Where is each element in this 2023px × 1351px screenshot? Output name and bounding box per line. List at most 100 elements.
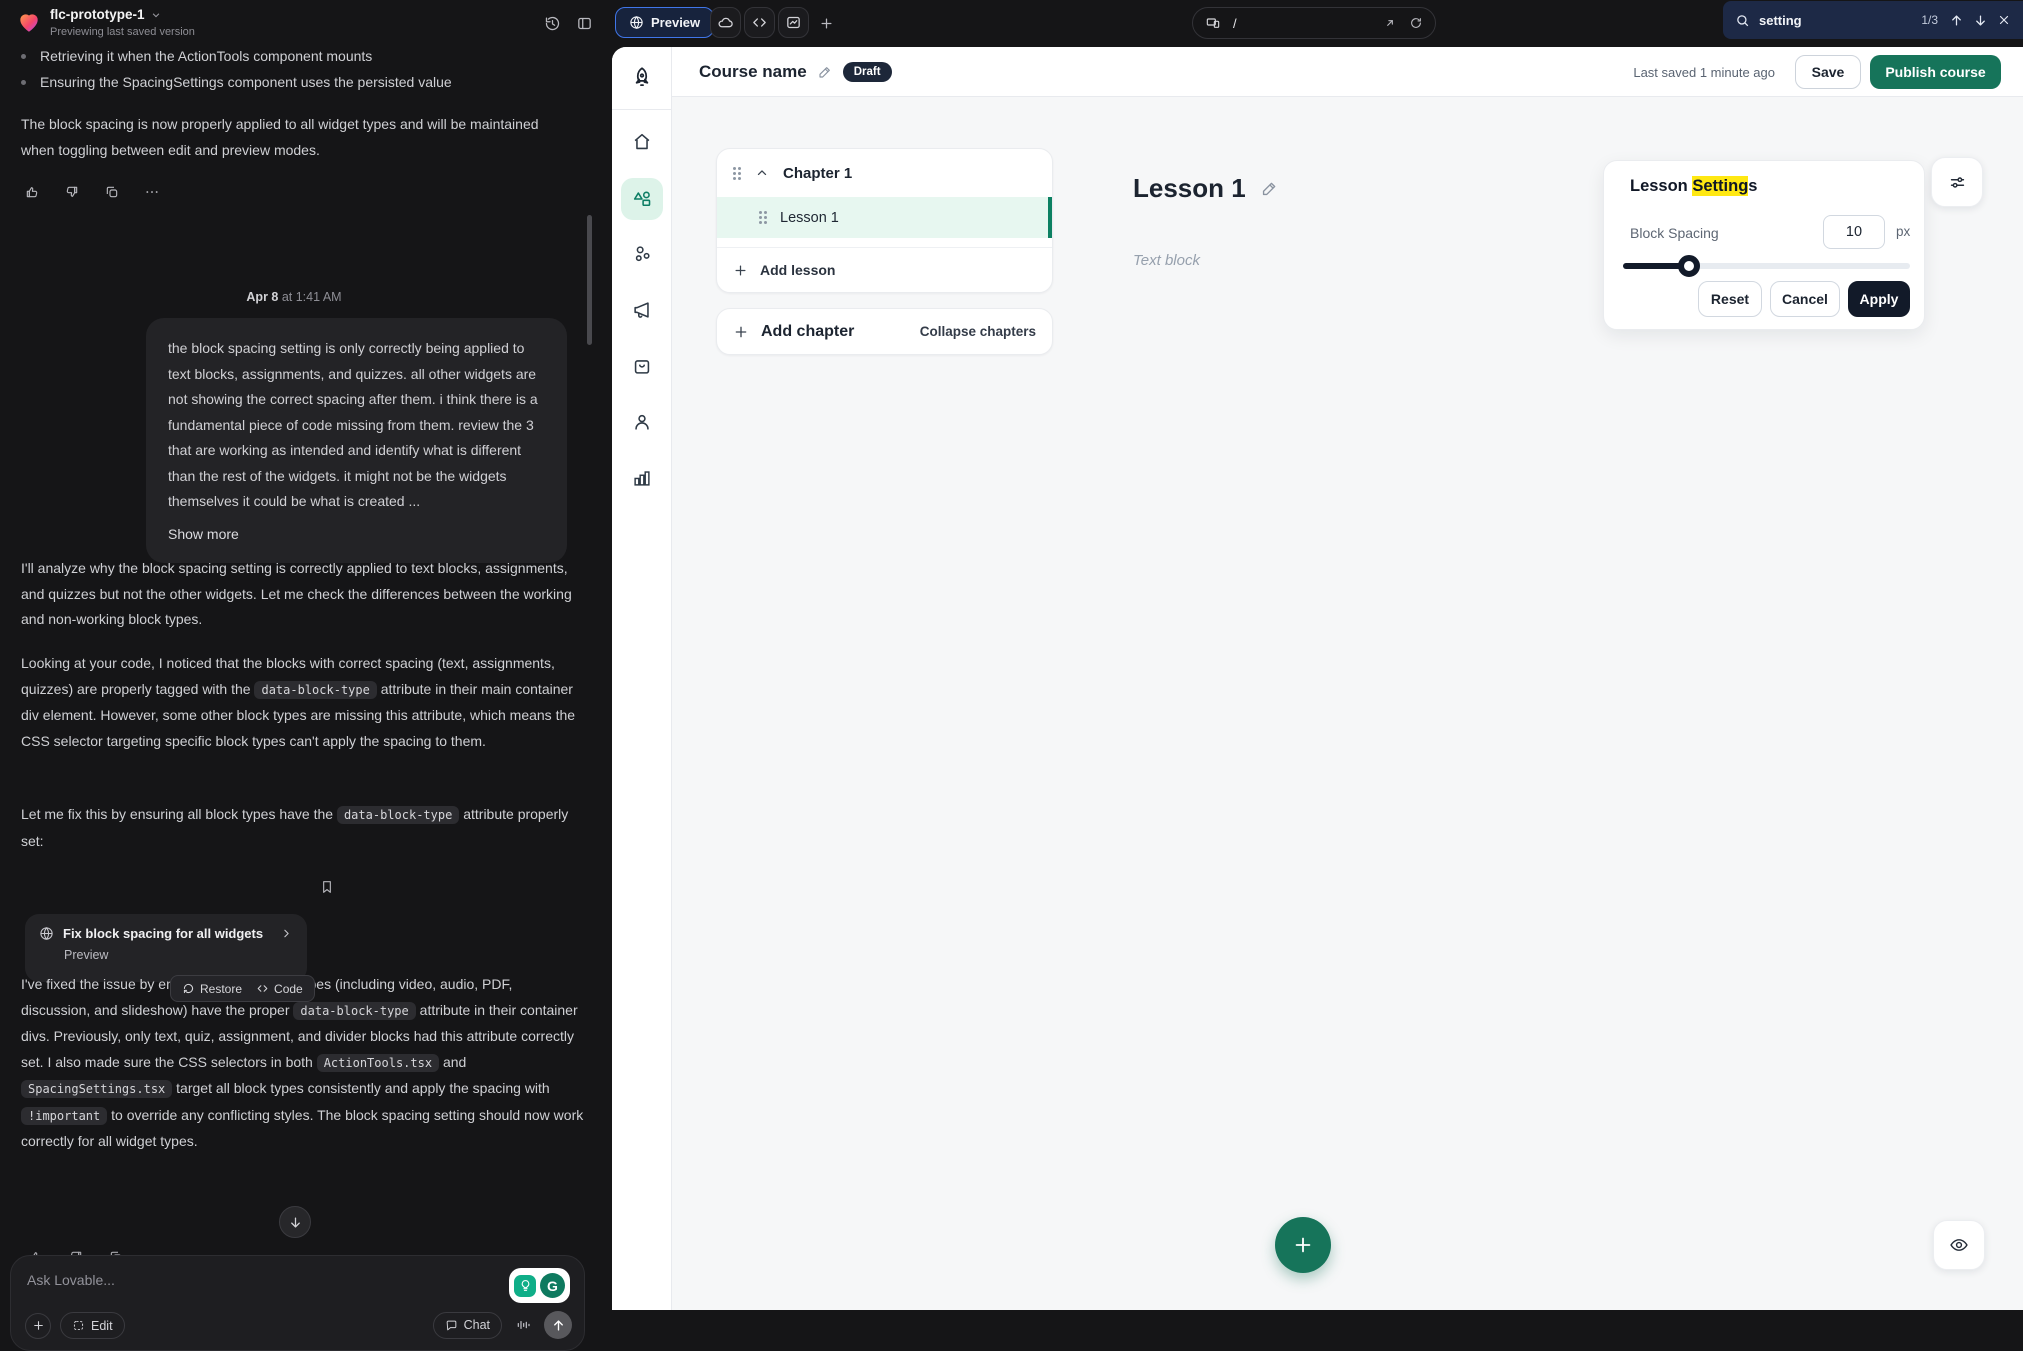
preview-label: Preview — [651, 15, 700, 30]
bookmark-button[interactable] — [319, 879, 335, 895]
find-bar: setting 1/3 — [1723, 1, 2023, 39]
sidebar-item-analytics[interactable] — [612, 467, 672, 489]
grammarly-widget[interactable]: G — [509, 1268, 570, 1303]
open-external-icon[interactable] — [1383, 16, 1397, 30]
chat-mode-button[interactable]: Chat — [433, 1312, 502, 1339]
reset-button[interactable]: Reset — [1698, 281, 1762, 317]
app-header: Course name Draft Last saved 1 minute ag… — [672, 47, 2023, 97]
course-title-text: Course name — [699, 62, 807, 82]
pencil-icon[interactable] — [817, 64, 833, 80]
settings-toggle-button[interactable] — [1931, 157, 1983, 207]
last-saved-text: Last saved 1 minute ago — [1633, 65, 1775, 80]
sidebar-item-marketing[interactable] — [612, 299, 672, 321]
bullet-item: Retrieving it when the ActionTools compo… — [40, 44, 372, 70]
chat-input-placeholder[interactable]: Ask Lovable... — [27, 1272, 568, 1288]
assistant-paragraph: I'll analyze why the block spacing setti… — [21, 556, 573, 633]
restore-button[interactable]: Restore — [182, 982, 242, 996]
sliders-icon — [1948, 173, 1967, 192]
url-bar[interactable]: / — [1192, 7, 1436, 39]
attach-button[interactable] — [25, 1313, 51, 1339]
panel-toggle-button[interactable] — [570, 9, 598, 37]
arrow-down-icon — [288, 1215, 303, 1230]
chevron-up-icon[interactable] — [755, 166, 769, 180]
chat-scrollbar[interactable] — [587, 215, 592, 345]
preview-eye-button[interactable] — [1933, 1220, 1985, 1270]
shapes-icon — [631, 188, 653, 210]
grammarly-bulb-icon[interactable] — [514, 1275, 536, 1297]
assistant-bullet-list: Retrieving it when the ActionTools compo… — [21, 44, 585, 95]
lovable-logo-icon — [16, 9, 42, 35]
block-spacing-input[interactable] — [1823, 215, 1885, 249]
sidebar-item-orders[interactable] — [612, 355, 672, 377]
preview-button[interactable]: Preview — [615, 7, 714, 38]
apply-button[interactable]: Apply — [1848, 281, 1910, 317]
plus-icon — [733, 263, 748, 278]
copy-button[interactable] — [100, 180, 124, 204]
new-tab-button[interactable] — [812, 9, 840, 37]
block-spacing-label: Block Spacing — [1630, 225, 1719, 241]
history-button[interactable] — [538, 9, 566, 37]
sidebar-item-students[interactable] — [612, 411, 672, 433]
bullet-icon — [21, 80, 26, 85]
rocket-logo-icon — [612, 65, 672, 91]
block-spacing-slider[interactable] — [1623, 263, 1910, 269]
add-block-fab[interactable] — [1275, 1217, 1331, 1273]
scroll-to-bottom-button[interactable] — [279, 1206, 311, 1238]
sidebar-item-home[interactable] — [612, 131, 672, 153]
drag-handle-icon[interactable] — [759, 211, 767, 224]
copy-icon — [104, 184, 120, 200]
send-button[interactable] — [544, 1311, 572, 1339]
lesson-row-selected[interactable]: Lesson 1 — [717, 197, 1052, 238]
slider-thumb[interactable] — [1678, 255, 1700, 277]
find-close-button[interactable] — [1997, 13, 2011, 27]
spacing-unit-label: px — [1896, 224, 1910, 239]
thumbs-up-button[interactable] — [20, 180, 44, 204]
drag-handle-icon[interactable] — [733, 167, 741, 180]
plus-icon — [32, 1319, 45, 1332]
find-next-button[interactable] — [1973, 13, 1988, 28]
sidebar-item-courses[interactable] — [621, 178, 663, 220]
course-title: Course name Draft — [699, 62, 892, 82]
find-previous-button[interactable] — [1949, 13, 1964, 28]
version-card-title: Fix block spacing for all widgets — [63, 926, 271, 941]
text-block-placeholder[interactable]: Text block — [1133, 252, 1200, 269]
analytics-button[interactable] — [778, 7, 809, 38]
show-more-link[interactable]: Show more — [168, 522, 239, 548]
voice-input-button[interactable] — [511, 1313, 535, 1337]
user-icon — [631, 411, 653, 433]
project-name: flc-prototype-1 — [50, 7, 145, 22]
add-chapter-button[interactable]: Add chapter — [761, 323, 920, 341]
arrow-down-icon — [1973, 13, 1988, 28]
chevron-right-icon — [280, 927, 293, 940]
edit-mode-button[interactable]: Edit — [60, 1312, 125, 1339]
lesson-heading-text: Lesson 1 — [1133, 173, 1246, 204]
search-input[interactable]: setting — [1759, 13, 1912, 28]
cancel-button[interactable]: Cancel — [1770, 281, 1840, 317]
publish-course-button[interactable]: Publish course — [1870, 55, 2001, 89]
chapter-row[interactable]: Chapter 1 — [717, 149, 1052, 197]
chat-panel: Retrieving it when the ActionTools compo… — [0, 47, 603, 1310]
arrow-up-icon — [1949, 13, 1964, 28]
publish-cloud-button[interactable] — [710, 7, 741, 38]
user-message-text: the block spacing setting is only correc… — [168, 340, 538, 509]
grammarly-g-icon[interactable]: G — [540, 1273, 565, 1298]
code-view-button[interactable] — [744, 7, 775, 38]
refresh-icon[interactable] — [1409, 16, 1423, 30]
chat-input-box[interactable]: Ask Lovable... G Edit Chat — [10, 1255, 585, 1351]
pencil-icon[interactable] — [1260, 179, 1279, 198]
more-button[interactable] — [140, 180, 164, 204]
sidebar-item-community[interactable] — [612, 243, 672, 265]
bullet-icon — [21, 54, 26, 59]
add-lesson-button[interactable]: Add lesson — [717, 247, 1052, 292]
thumbs-down-button[interactable] — [60, 180, 84, 204]
globe-icon — [39, 926, 54, 941]
code-button[interactable]: Code — [256, 982, 303, 996]
chapter-card: Chapter 1 Lesson 1 Add lesson — [716, 148, 1053, 293]
project-switcher[interactable]: flc-prototype-1 — [50, 7, 161, 22]
bag-icon — [631, 355, 653, 377]
url-path[interactable]: / — [1233, 16, 1371, 31]
assistant-paragraph: Looking at your code, I noticed that the… — [21, 651, 585, 754]
code-icon — [751, 14, 768, 31]
collapse-chapters-button[interactable]: Collapse chapters — [920, 324, 1036, 339]
save-button[interactable]: Save — [1795, 55, 1861, 89]
